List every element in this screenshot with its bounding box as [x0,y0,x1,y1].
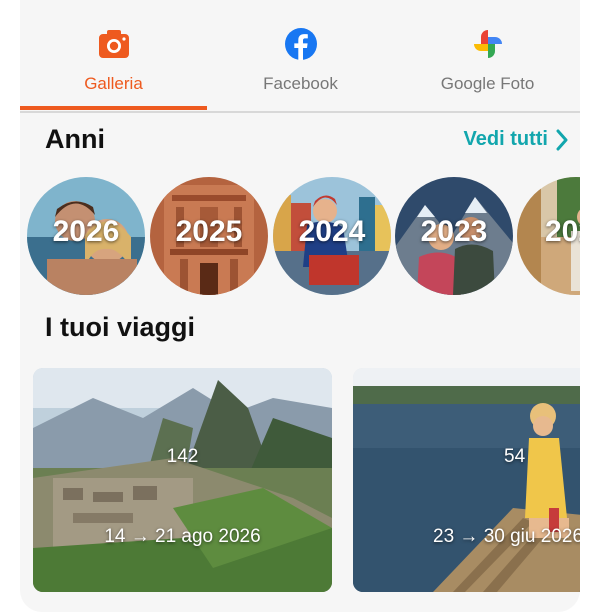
tab-galleria[interactable]: Galleria [20,0,207,111]
see-all-label: Vedi tutti [463,128,548,150]
year-label: 2025 [175,215,243,248]
year-item-2026[interactable]: 2026 [27,177,145,295]
year-item-partial[interactable]: 202 [517,177,580,295]
google-photos-icon [473,30,502,58]
trips-section-title: I tuoi viaggi [45,312,196,342]
years-section-title: Anni [45,124,105,154]
tab-label: Galleria [84,74,143,93]
photo-sources-card: Galleria Facebook Google Foto Anni Vedi … [20,0,580,612]
year-label: 2026 [52,215,120,248]
tab-facebook[interactable]: Facebook [207,0,394,111]
year-label: 2024 [298,215,366,248]
facebook-icon [284,28,317,60]
trip-dates: 23 → 30 giu 2026 [433,526,580,547]
year-item-2024[interactable]: 2024 [273,177,391,295]
tab-label: Google Foto [440,74,535,93]
trip-photo-count: 54 [504,446,526,467]
see-all-link[interactable]: Vedi tutti [464,128,568,151]
trip-photo [353,368,580,592]
year-label: 202 [545,215,580,248]
trip-photo-count: 142 [166,446,199,467]
trip-dates: 14 → 21 ago 2026 [104,526,261,547]
trip-photo [33,368,332,592]
camera-icon [98,30,129,58]
year-label: 2023 [420,215,488,248]
trip-card[interactable]: 142 14 → 21 ago 2026 [33,368,332,592]
chevron-right-icon [556,129,568,150]
active-tab-indicator [20,106,207,110]
year-item-2025[interactable]: 2025 [150,177,268,295]
tab-google-foto[interactable]: Google Foto [394,0,580,111]
trip-card[interactable]: 54 23 → 30 giu 2026 [353,368,580,592]
tab-label: Facebook [263,74,338,93]
source-tabs: Galleria Facebook Google Foto [20,0,580,113]
year-item-2023[interactable]: 2023 [395,177,513,295]
